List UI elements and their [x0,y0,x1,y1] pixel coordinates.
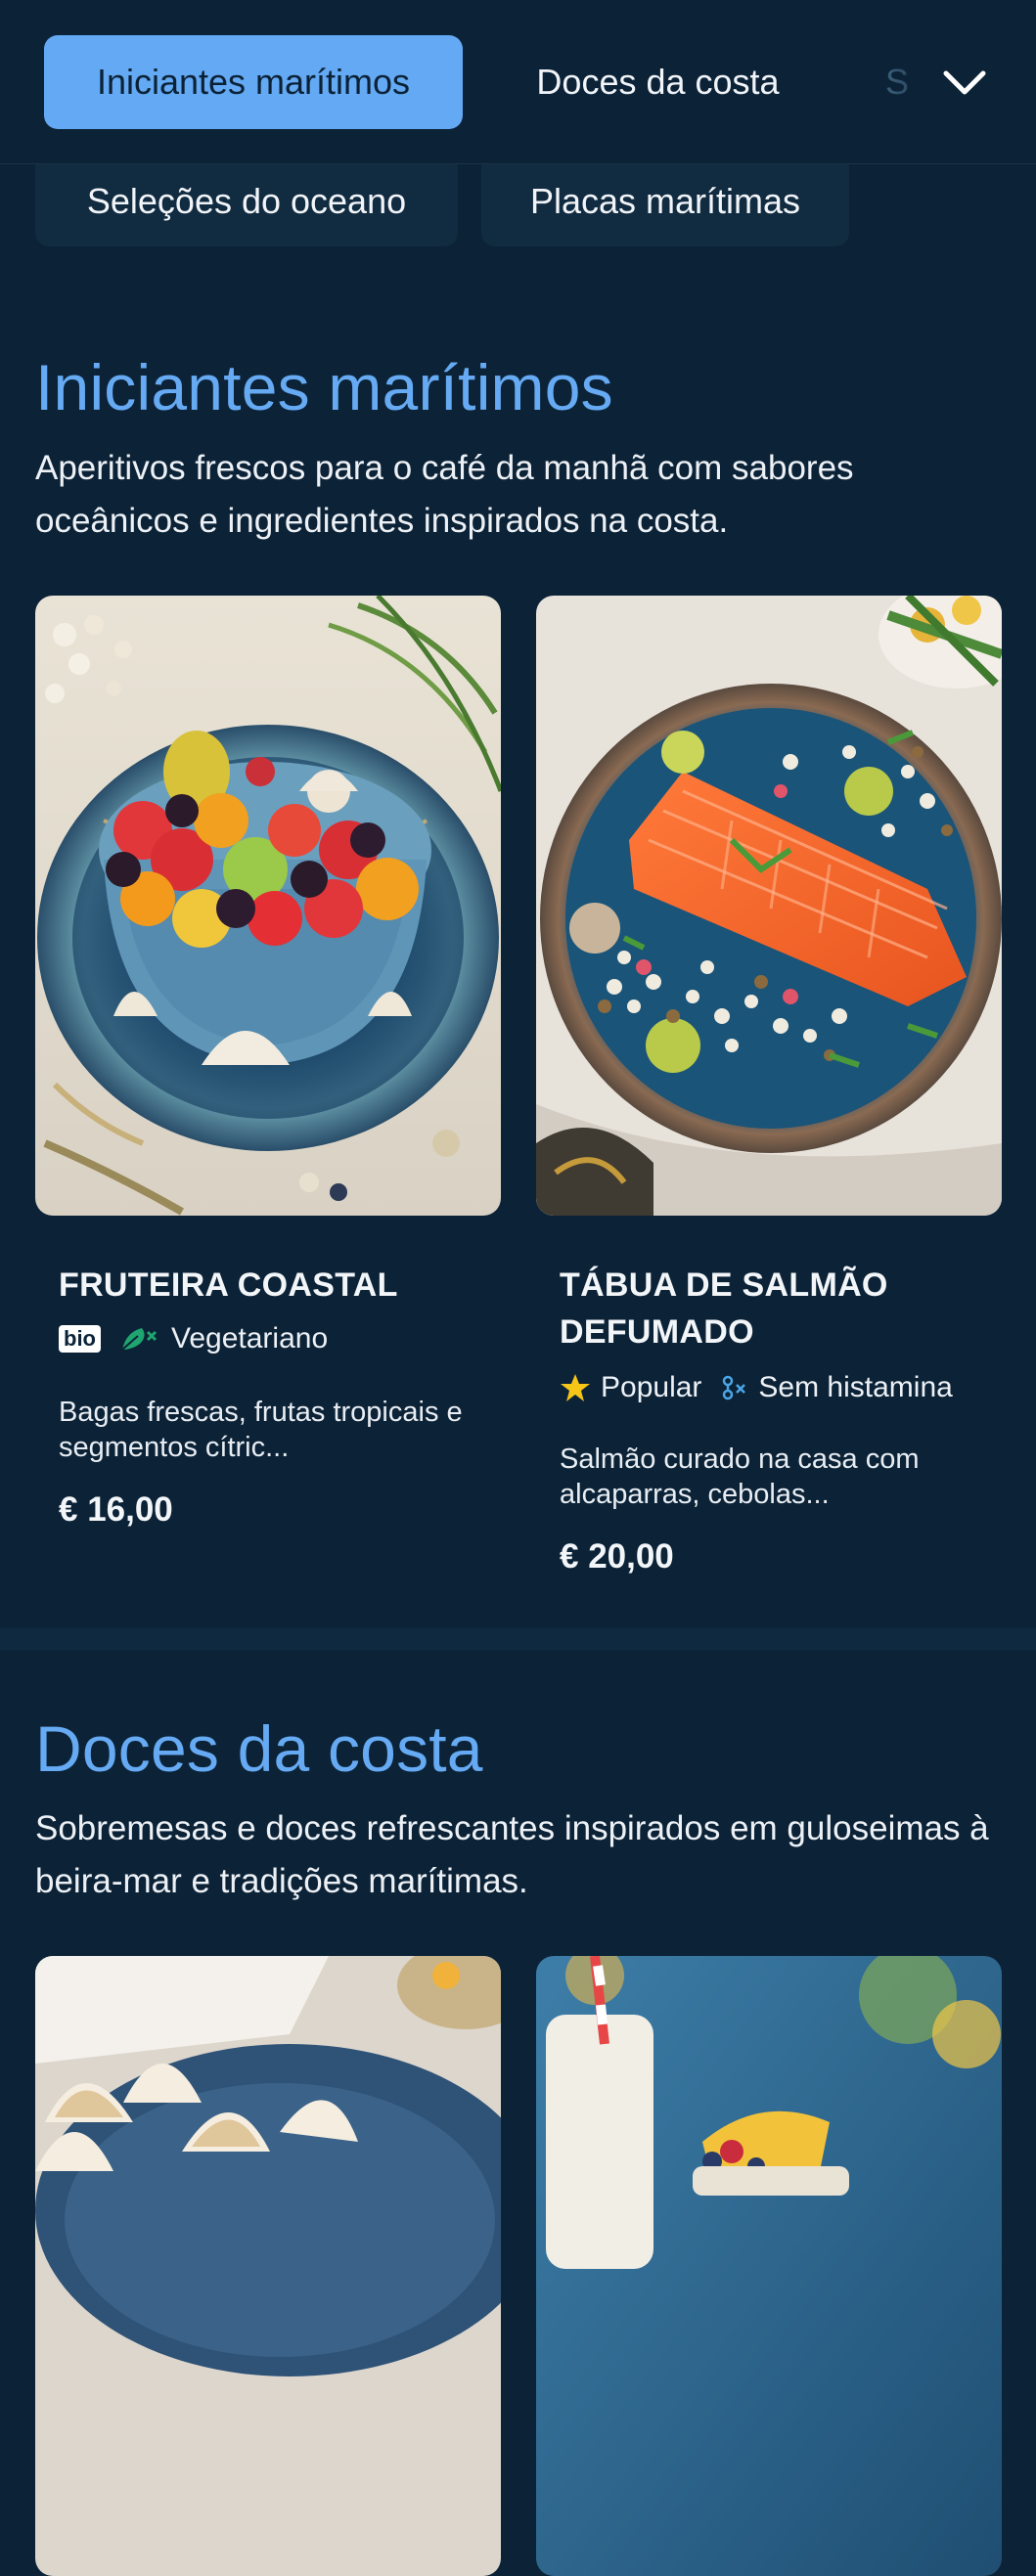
star-icon [561,1374,590,1401]
menu-item-price: € 16,00 [59,1490,173,1529]
menu-item-description: Bagas frescas, frutas tropicais e segmen… [59,1397,463,1463]
menu-item-tags: Popular Sem histamina [560,1371,970,1404]
tab-doces-da-costa[interactable]: Doces da costa [489,35,827,129]
meringue-dessert-image[interactable] [35,1956,501,2576]
section-divider [0,1628,1036,1650]
bio-badge: bio [59,1325,101,1353]
chevron-down-icon[interactable] [937,55,992,110]
smoothie-dessert-image[interactable] [536,1956,1002,2576]
menu-item-tags: bio Vegetariano [59,1322,345,1355]
section-description: Aperitivos frescos para o café da manhã … [35,449,854,540]
menu-item-name: FRUTEIRA COASTAL [59,1266,398,1304]
tab-iniciantes-maritimos[interactable]: Iniciantes marítimos [44,35,463,129]
salmon-plate-image[interactable] [536,596,1002,1216]
fruit-bowl-image[interactable] [35,596,501,1216]
tag-label: Vegetariano [171,1322,329,1355]
menu-item-description: Salmão curado na casa com alcaparras, ce… [560,1443,920,1510]
section-title: Doces da costa [35,1712,483,1785]
tag-label: Popular [601,1371,702,1403]
tab-placas-maritimas[interactable]: Placas marítimas [481,156,849,246]
no-histamine-icon [723,1375,746,1400]
menu-item-name: TÁBUA DE SALMÃO DEFUMADO [560,1266,888,1351]
section-description: Sobremesas e doces refrescantes inspirad… [35,1809,989,1900]
tab-selecoes-do-oceano[interactable]: Seleções do oceano [35,156,458,246]
tag-label: Sem histamina [758,1371,953,1403]
section-title: Iniciantes marítimos [35,351,613,423]
menu-item-price: € 20,00 [560,1537,674,1576]
vegetarian-leaf-icon [121,1328,158,1351]
category-tab-bar: Iniciantes marítimos Doces da costa S [0,0,1036,164]
